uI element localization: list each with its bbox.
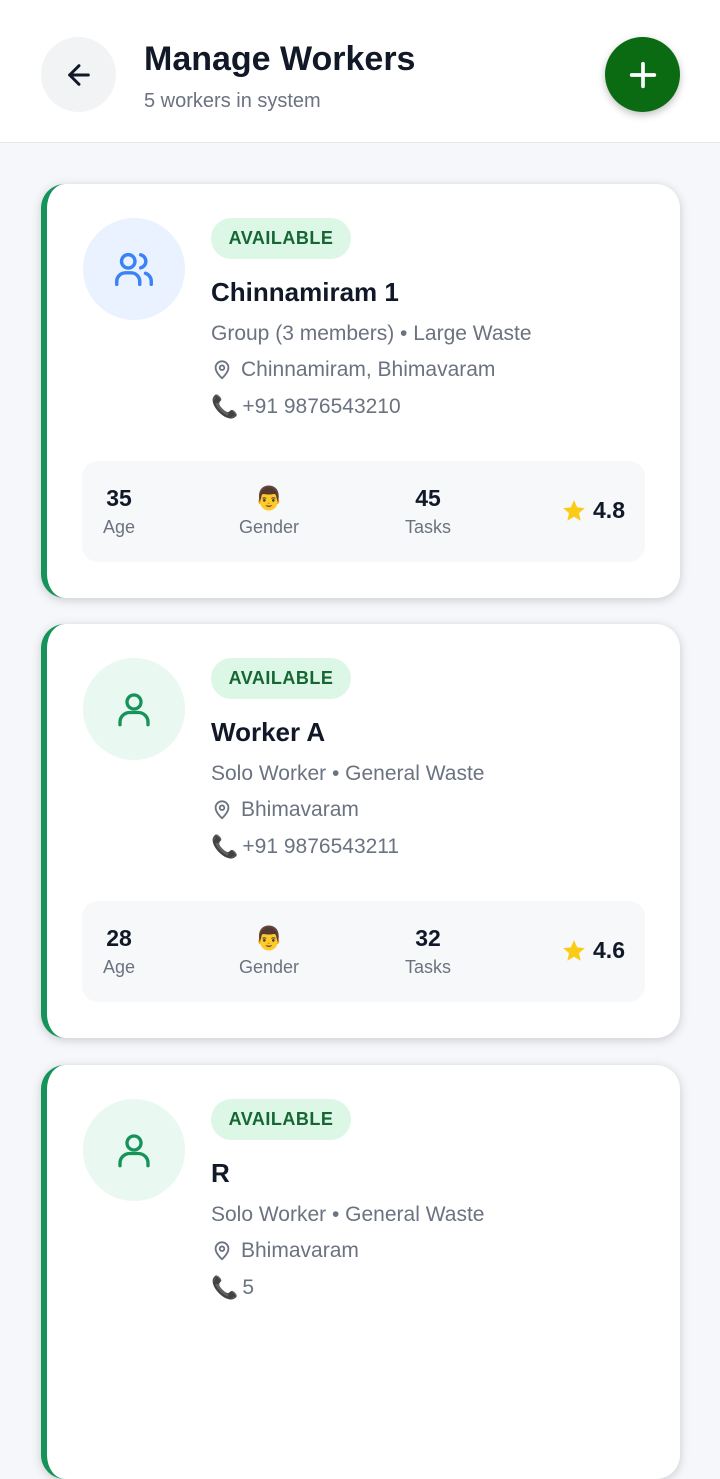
stat-age: 35 Age bbox=[102, 483, 136, 538]
worker-name: R bbox=[211, 1158, 230, 1188]
map-pin-icon bbox=[214, 800, 230, 820]
user-icon bbox=[118, 693, 150, 727]
map-pin-icon bbox=[214, 1241, 230, 1261]
stat-gender: 👨 Gender bbox=[234, 923, 304, 978]
worker-description: Solo Worker • General Waste bbox=[211, 762, 485, 785]
age-label: Age bbox=[102, 517, 136, 537]
gender-label: Gender bbox=[238, 517, 300, 537]
worker-name: Chinnamiram 1 bbox=[211, 277, 399, 307]
age-value: 28 bbox=[106, 925, 132, 951]
stat-gender: 👨 Gender bbox=[234, 483, 304, 538]
star-icon bbox=[563, 939, 585, 961]
worker-description: Solo Worker • General Waste bbox=[211, 1203, 485, 1226]
age-value: 35 bbox=[106, 485, 132, 511]
status-badge: AVAILABLE bbox=[211, 218, 351, 259]
status-badge: AVAILABLE bbox=[211, 658, 351, 699]
user-icon bbox=[118, 1134, 150, 1168]
worker-rating: 4.8 bbox=[561, 497, 625, 524]
worker-stats: 35 Age 👨 Gender 45 Tasks 4.8 bbox=[82, 461, 645, 562]
worker-phone: 📞 +91 9876543211 bbox=[211, 834, 399, 860]
plus-icon bbox=[629, 61, 656, 88]
add-worker-button[interactable] bbox=[605, 37, 680, 112]
stat-tasks: 45 Tasks bbox=[400, 483, 456, 538]
worker-phone: 📞 +91 9876543210 bbox=[211, 394, 401, 420]
age-label: Age bbox=[102, 957, 136, 977]
worker-card[interactable]: AVAILABLE Worker A Solo Worker • General… bbox=[41, 624, 680, 1038]
phone-text: 5 bbox=[242, 1276, 255, 1299]
stat-age: 28 Age bbox=[102, 923, 136, 978]
phone-icon: 📞 bbox=[211, 1275, 239, 1300]
worker-card[interactable]: AVAILABLE R Solo Worker • General Waste … bbox=[41, 1065, 680, 1479]
rating-value: 4.6 bbox=[593, 937, 625, 963]
star-icon bbox=[563, 499, 585, 521]
gender-icon: 👨 bbox=[254, 925, 284, 951]
worker-description: Group (3 members) • Large Waste bbox=[211, 322, 532, 345]
rating-value: 4.8 bbox=[593, 497, 625, 523]
gender-label: Gender bbox=[238, 957, 300, 977]
tasks-label: Tasks bbox=[404, 517, 451, 537]
group-icon bbox=[115, 252, 153, 287]
phone-text: +91 9876543211 bbox=[242, 835, 400, 858]
map-pin-icon bbox=[214, 360, 230, 380]
worker-avatar bbox=[83, 218, 185, 320]
page-title: Manage Workers bbox=[144, 40, 416, 78]
worker-avatar bbox=[83, 658, 185, 760]
status-badge: AVAILABLE bbox=[211, 1099, 351, 1140]
worker-rating: 4.6 bbox=[561, 937, 625, 964]
location-text: Bhimavaram bbox=[241, 1239, 359, 1262]
worker-location: Chinnamiram, Bhimavaram bbox=[211, 358, 495, 382]
location-text: Chinnamiram, Bhimavaram bbox=[241, 358, 496, 381]
arrow-left-icon bbox=[67, 63, 90, 86]
stat-tasks: 32 Tasks bbox=[400, 923, 456, 978]
worker-name: Worker A bbox=[211, 717, 326, 747]
location-text: Bhimavaram bbox=[241, 798, 359, 821]
back-button[interactable] bbox=[41, 37, 116, 112]
worker-card[interactable]: AVAILABLE Chinnamiram 1 Group (3 members… bbox=[41, 184, 680, 598]
phone-icon: 📞 bbox=[211, 394, 239, 419]
worker-count: 5 workers in system bbox=[144, 90, 321, 112]
tasks-value: 32 bbox=[415, 925, 441, 951]
worker-avatar bbox=[83, 1099, 185, 1201]
worker-location: Bhimavaram bbox=[211, 798, 359, 822]
worker-stats: 28 Age 👨 Gender 32 Tasks 4.6 bbox=[82, 901, 645, 1002]
worker-phone: 📞 5 bbox=[211, 1275, 254, 1301]
gender-icon: 👨 bbox=[254, 485, 284, 511]
worker-location: Bhimavaram bbox=[211, 1239, 359, 1263]
phone-text: +91 9876543210 bbox=[242, 395, 401, 418]
tasks-label: Tasks bbox=[404, 957, 451, 977]
app-header: Manage Workers 5 workers in system bbox=[0, 0, 720, 143]
tasks-value: 45 bbox=[415, 485, 441, 511]
phone-icon: 📞 bbox=[211, 834, 239, 859]
